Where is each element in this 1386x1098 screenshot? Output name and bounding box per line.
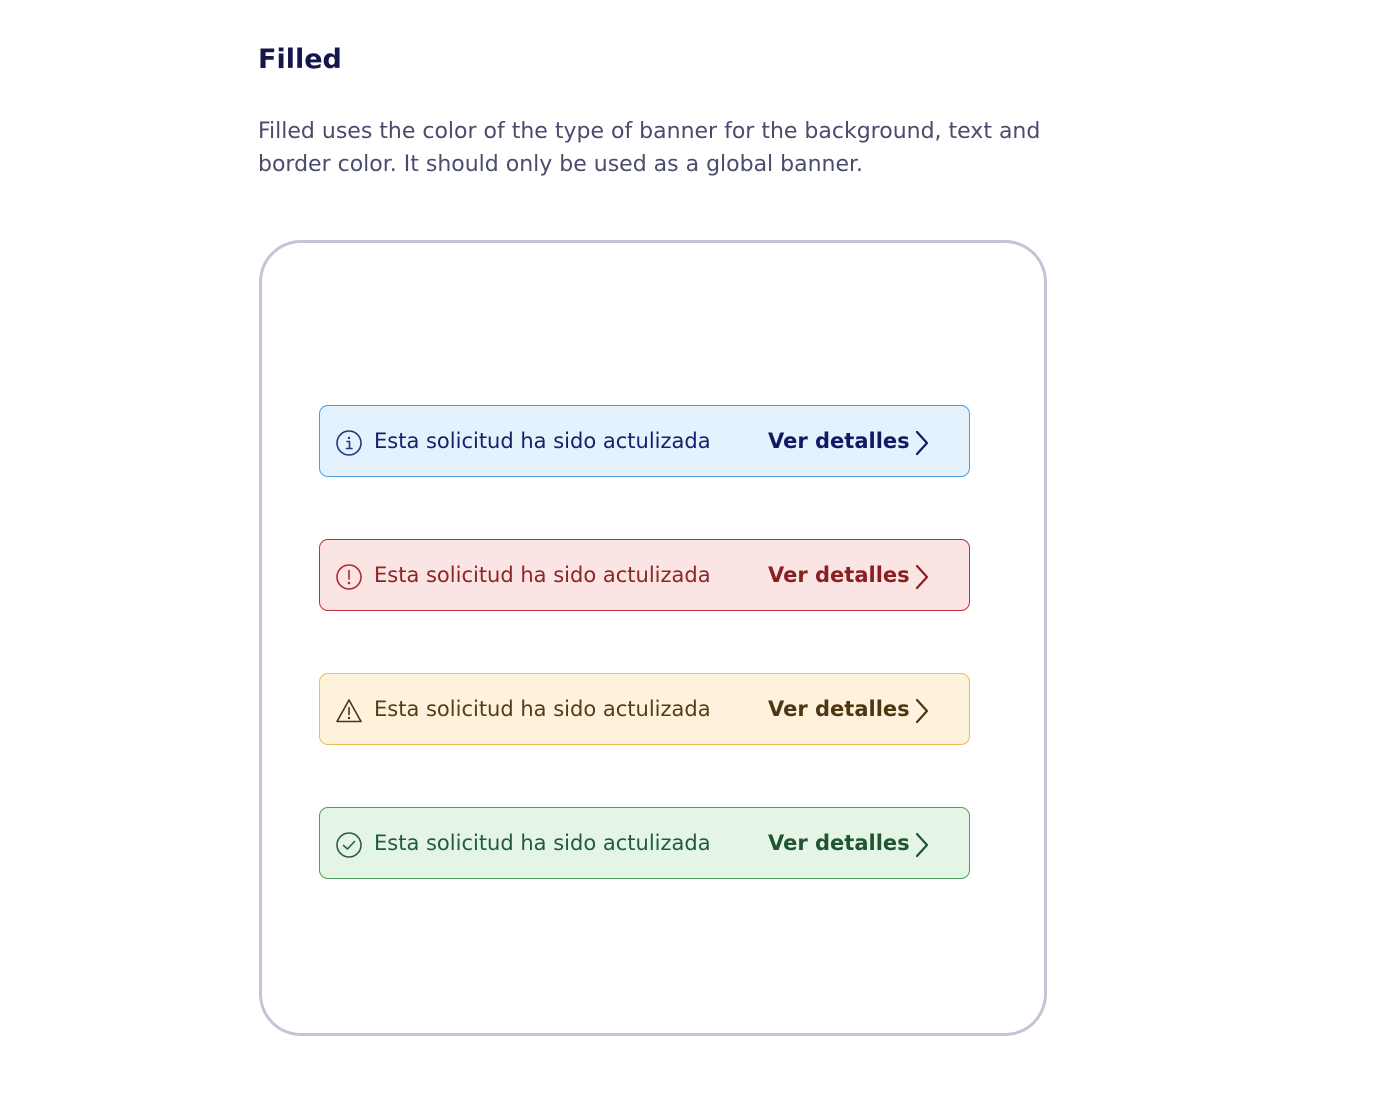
banner-error: Esta solicitud ha sido actulizada Ver de… (319, 539, 970, 611)
chevron-right-icon[interactable] (910, 831, 934, 859)
chevron-right-icon[interactable] (910, 563, 934, 591)
chevron-right-icon[interactable] (910, 697, 934, 725)
section-title: Filled (258, 44, 342, 75)
banner-info: Esta solicitud ha sido actulizada Ver de… (319, 405, 970, 477)
info-circle-icon (335, 429, 363, 457)
banner-message: Esta solicitud ha sido actulizada (374, 697, 711, 721)
banner-warning: Esta solicitud ha sido actulizada Ver de… (319, 673, 970, 745)
warning-triangle-icon (335, 697, 363, 725)
view-details-link[interactable]: Ver detalles (768, 828, 910, 858)
banner-message: Esta solicitud ha sido actulizada (374, 831, 711, 855)
preview-frame (259, 240, 1047, 1036)
exclamation-circle-icon (335, 563, 363, 591)
banner-message: Esta solicitud ha sido actulizada (374, 429, 711, 453)
view-details-link[interactable]: Ver detalles (768, 694, 910, 724)
banner-success: Esta solicitud ha sido actulizada Ver de… (319, 807, 970, 879)
check-circle-icon (335, 831, 363, 859)
section-description: Filled uses the color of the type of ban… (258, 119, 1041, 177)
view-details-link[interactable]: Ver detalles (768, 426, 910, 456)
chevron-right-icon[interactable] (910, 429, 934, 457)
view-details-link[interactable]: Ver detalles (768, 560, 910, 590)
banner-message: Esta solicitud ha sido actulizada (374, 563, 711, 587)
